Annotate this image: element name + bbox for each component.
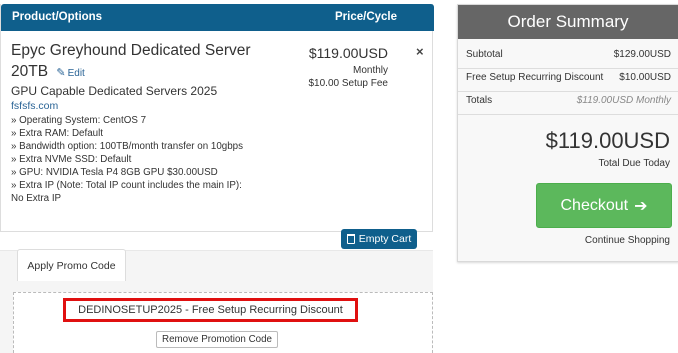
empty-cart-label: Empty Cart <box>358 233 412 245</box>
order-summary-title: Order Summary <box>458 5 678 39</box>
checkout-label: Checkout <box>560 196 629 214</box>
trash-icon <box>346 234 355 244</box>
remove-promotion-button[interactable]: Remove Promotion Code <box>156 331 278 348</box>
product-options-heading: Product/Options <box>12 11 103 23</box>
product-name: Epyc Greyhound Dedicated Server 20TB <box>11 42 251 80</box>
total-due-label: Total Due Today <box>598 158 670 169</box>
product-domain: fsfsfs.com <box>11 100 59 112</box>
continue-shopping-link[interactable]: Continue Shopping <box>585 235 670 246</box>
divider <box>458 68 678 69</box>
price-column: $119.00USD Monthly $10.00 Setup Fee <box>308 45 388 90</box>
config-options: » Operating System: CentOS 7 » Extra RAM… <box>11 114 243 205</box>
total-due-amount: $119.00USD <box>545 128 670 153</box>
item-price: $119.00USD <box>308 45 388 61</box>
subtotal-value: $129.00USD <box>613 49 671 60</box>
cart-header: Product/Options Price/Cycle <box>1 4 434 31</box>
applied-promo-code: DEDINOSETUP2025 - Free Setup Recurring D… <box>63 298 358 322</box>
tab-apply-promo-code[interactable]: Apply Promo Code <box>17 249 126 281</box>
config-option: » Extra NVMe SSD: Default <box>11 154 132 165</box>
item-setup-fee: $10.00 Setup Fee <box>308 78 388 89</box>
subtotal-label: Subtotal <box>466 49 503 60</box>
totals-value: $119.00USD Monthly <box>576 95 671 106</box>
config-option: » Bandwidth option: 100TB/month transfer… <box>11 141 244 152</box>
config-option: » Operating System: CentOS 7 <box>11 115 147 126</box>
divider <box>458 91 678 92</box>
config-option: » Extra IP (Note: Total IP count include… <box>11 180 242 204</box>
totals-label: Totals <box>466 95 493 106</box>
checkout-button[interactable]: Checkout ➔ <box>536 183 672 228</box>
product-group: GPU Capable Dedicated Servers 2025 <box>11 84 218 98</box>
remove-item-icon[interactable]: × <box>416 44 424 59</box>
divider <box>458 114 678 115</box>
product-title: Epyc Greyhound Dedicated Server 20TB ✎ Ed… <box>11 40 261 84</box>
config-option: » GPU: NVIDIA Tesla P4 8GB GPU $30.00USD <box>11 167 218 178</box>
price-cycle-heading: Price/Cycle <box>335 11 398 23</box>
config-option: » Extra RAM: Default <box>11 128 104 139</box>
pencil-icon: ✎ <box>56 67 66 79</box>
cart-panel: Product/Options Price/Cycle Epyc Greyhou… <box>0 4 434 232</box>
discount-value: $10.00USD <box>619 72 671 83</box>
discount-label: Free Setup Recurring Discount <box>466 72 604 83</box>
arrow-right-icon: ➔ <box>634 197 648 215</box>
edit-label: Edit <box>67 68 85 79</box>
item-cycle: Monthly <box>352 65 388 76</box>
order-summary: Order Summary Subtotal $129.00USD Free S… <box>457 4 678 262</box>
edit-link[interactable]: ✎ Edit <box>56 67 85 79</box>
empty-cart-button[interactable]: Empty Cart <box>341 229 417 249</box>
